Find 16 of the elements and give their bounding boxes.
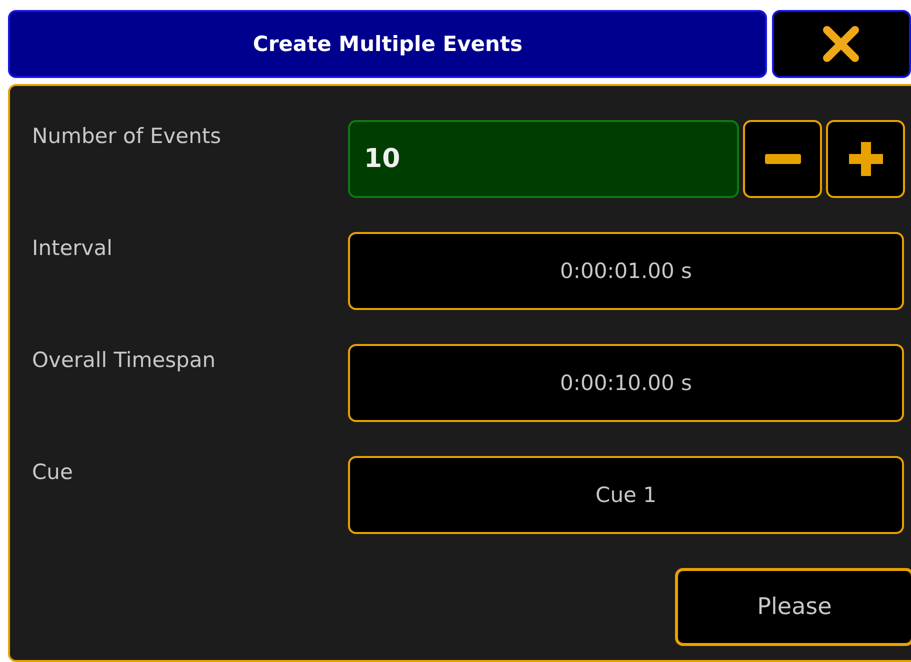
please-button[interactable]: Please bbox=[675, 568, 911, 646]
close-icon bbox=[822, 26, 860, 62]
increment-button[interactable] bbox=[826, 120, 905, 198]
field-label: Number of Events bbox=[32, 123, 222, 150]
number-input-field[interactable]: 10 bbox=[348, 120, 739, 198]
field-label: Cue bbox=[32, 459, 74, 486]
decrement-button[interactable] bbox=[743, 120, 822, 198]
field-label: Overall Timespan bbox=[32, 347, 217, 374]
close-button[interactable] bbox=[772, 10, 911, 78]
value-field[interactable]: 0:00:10.00 s bbox=[348, 344, 904, 422]
plus-icon bbox=[848, 142, 882, 176]
value-field[interactable]: Cue 1 bbox=[348, 456, 904, 534]
value-field[interactable]: 0:00:01.00 s bbox=[348, 232, 904, 310]
minus-icon bbox=[764, 154, 800, 164]
dialog-title: Create Multiple Events bbox=[8, 10, 768, 78]
field-label: Interval bbox=[32, 235, 114, 262]
